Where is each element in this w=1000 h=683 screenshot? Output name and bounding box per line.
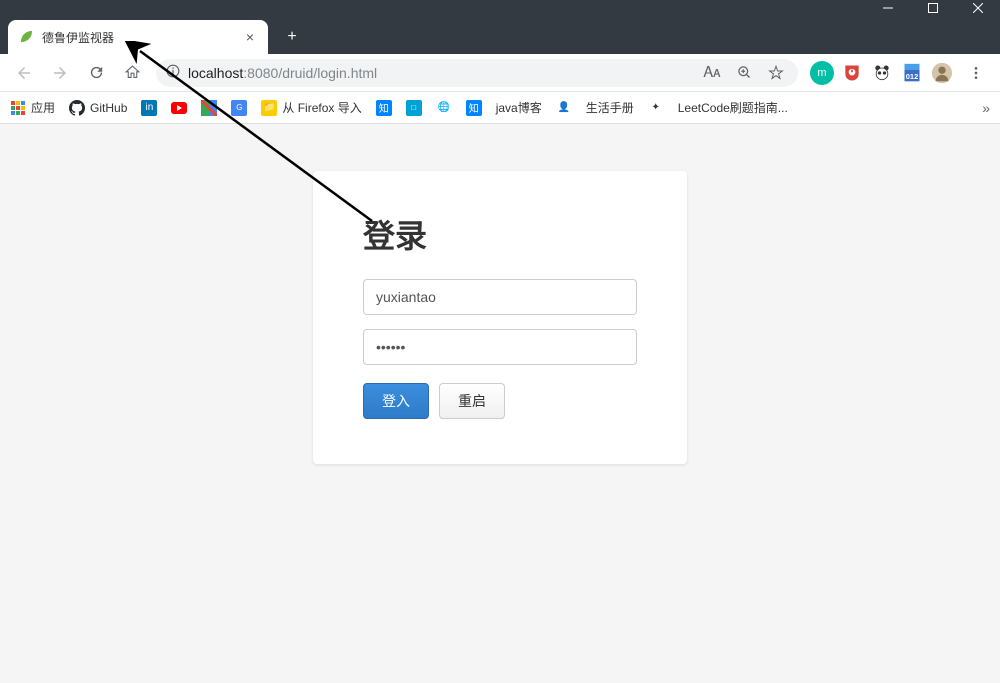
bookmark-java-blog[interactable]: java博客	[496, 99, 542, 116]
window-titlebar	[0, 0, 1000, 16]
close-window-button[interactable]	[955, 0, 1000, 16]
back-button[interactable]	[8, 57, 40, 89]
site-info-icon[interactable]	[166, 64, 180, 81]
address-bar[interactable]: localhost:8080/druid/login.html 🗛	[156, 59, 798, 87]
apps-grid-icon	[10, 100, 26, 116]
zhihu-icon: 知	[376, 100, 392, 116]
google-maps-icon	[201, 100, 217, 116]
extension-panda-icon[interactable]	[870, 61, 894, 85]
bookmark-apps[interactable]: 应用	[10, 99, 55, 116]
url-text: localhost:8080/druid/login.html	[188, 65, 692, 81]
login-card: 登录 登入 重启	[313, 171, 687, 464]
google-news-icon: G	[231, 100, 247, 116]
bookmark-item[interactable]: 👤	[556, 100, 572, 116]
browser-tab-active[interactable]: 德鲁伊监视器 ×	[8, 20, 268, 54]
youtube-icon	[171, 100, 187, 116]
bookmark-item[interactable]: 知	[466, 100, 482, 116]
tab-title: 德鲁伊监视器	[42, 29, 234, 46]
extension-teal-icon[interactable]: m	[810, 61, 834, 85]
bookmarks-bar: 应用 GitHub in G 📁 从 Firefox 导入 知 □ 🌐 知 ja…	[0, 92, 1000, 124]
folder-icon: 📁	[261, 100, 277, 116]
face-icon: 👤	[556, 100, 572, 116]
home-button[interactable]	[116, 57, 148, 89]
bookmark-github[interactable]: GitHub	[69, 100, 127, 116]
bookmark-firefox-import[interactable]: 📁 从 Firefox 导入	[261, 99, 361, 116]
zhihu-icon-2: 知	[466, 100, 482, 116]
globe-icon: 🌐	[436, 100, 452, 116]
bookmark-star-icon[interactable]	[764, 61, 788, 85]
new-tab-button[interactable]: +	[278, 23, 306, 51]
linkedin-icon: in	[141, 100, 157, 116]
login-title: 登录	[363, 211, 637, 257]
bookmark-item[interactable]: □	[406, 100, 422, 116]
bookmark-item[interactable]: 🌐	[436, 100, 452, 116]
bookmarks-overflow-button[interactable]: »	[972, 100, 990, 116]
leaf-favicon-icon	[18, 29, 34, 45]
tab-strip: 德鲁伊监视器 × +	[0, 16, 1000, 54]
password-input[interactable]	[363, 329, 637, 365]
bookmark-item[interactable]	[201, 100, 217, 116]
leetcode-icon: ✦	[648, 100, 664, 116]
username-input[interactable]	[363, 279, 637, 315]
extension-calendar-icon[interactable]: 012	[900, 61, 924, 85]
browser-toolbar: localhost:8080/druid/login.html 🗛 m 012	[0, 54, 1000, 92]
tab-close-icon[interactable]: ×	[242, 27, 258, 47]
profile-avatar-icon[interactable]	[930, 61, 954, 85]
svg-text:012: 012	[906, 71, 919, 80]
bilibili-icon: □	[406, 100, 422, 116]
bookmark-item[interactable]: G	[231, 100, 247, 116]
translate-icon[interactable]: 🗛	[700, 61, 724, 85]
reset-button[interactable]: 重启	[439, 383, 505, 419]
menu-button[interactable]	[960, 57, 992, 89]
forward-button[interactable]	[44, 57, 76, 89]
bookmark-leetcode[interactable]: LeetCode刷题指南...	[678, 99, 788, 116]
bookmark-item[interactable]	[171, 100, 187, 116]
bookmark-item[interactable]: in	[141, 100, 157, 116]
bookmark-item[interactable]: 知	[376, 100, 392, 116]
github-icon	[69, 100, 85, 116]
page-content: 登录 登入 重启	[0, 124, 1000, 683]
maximize-button[interactable]	[910, 0, 955, 16]
reload-button[interactable]	[80, 57, 112, 89]
login-button[interactable]: 登入	[363, 383, 429, 419]
extension-ublock-icon[interactable]	[840, 61, 864, 85]
minimize-button[interactable]	[865, 0, 910, 16]
zoom-icon[interactable]	[732, 61, 756, 85]
bookmark-life-manual[interactable]: 生活手册	[586, 99, 634, 116]
bookmark-item[interactable]: ✦	[648, 100, 664, 116]
